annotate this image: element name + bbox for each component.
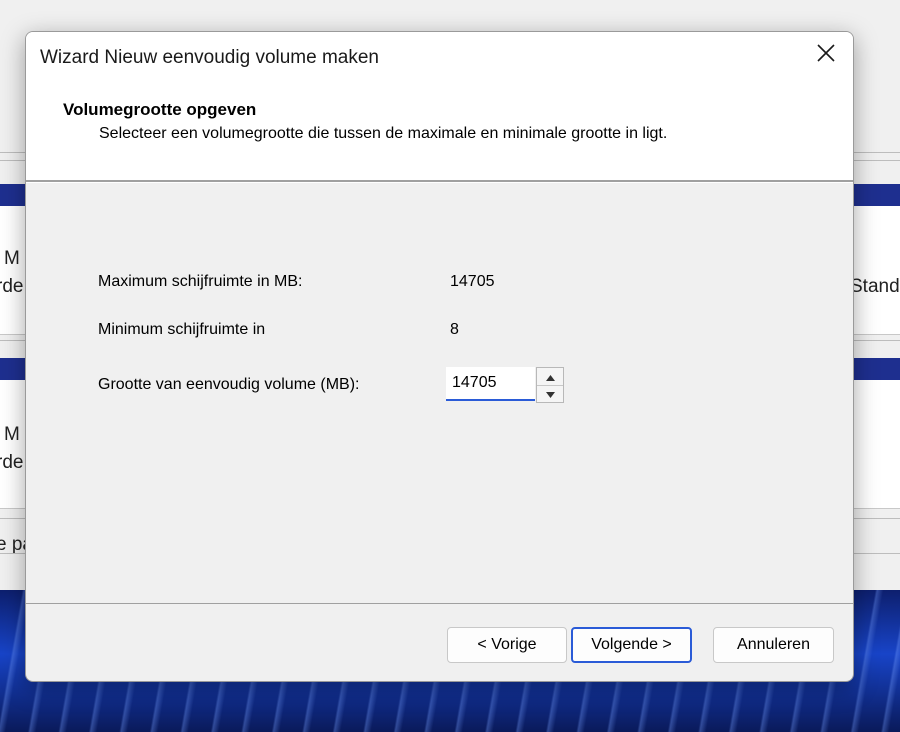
dialog-title: Wizard Nieuw eenvoudig volume maken — [40, 47, 379, 68]
back-button[interactable]: < Vorige — [447, 627, 567, 663]
section-title: Volumegrootte opgeven — [63, 100, 257, 119]
close-button[interactable] — [799, 32, 853, 78]
volume-size-input[interactable] — [446, 367, 535, 401]
header-separator — [26, 180, 853, 183]
new-simple-volume-wizard-dialog: Wizard Nieuw eenvoudig volume maken Volu… — [25, 31, 854, 682]
disk-label: M — [4, 424, 20, 445]
max-space-label: Maximum schijfruimte in MB: — [98, 273, 303, 290]
footer-separator — [26, 603, 853, 604]
volume-size-stepper — [446, 367, 564, 403]
arrow-down-icon — [545, 385, 555, 403]
max-space-value: 14705 — [450, 273, 495, 290]
stepper-up-button[interactable] — [537, 368, 563, 386]
cancel-button[interactable]: Annuleren — [713, 627, 834, 663]
volume-size-label: Grootte van eenvoudig volume (MB): — [98, 376, 360, 393]
dialog-header: Wizard Nieuw eenvoudig volume maken Volu… — [26, 32, 853, 180]
stepper-buttons — [536, 367, 564, 403]
stepper-down-button[interactable] — [537, 385, 563, 402]
min-space-label: Minimum schijfruimte in — [98, 321, 266, 338]
min-space-value: 8 — [450, 321, 459, 338]
disk-label: rde — [0, 452, 24, 473]
disk-partition-label: Standa — [850, 276, 900, 297]
disk-label: rde — [0, 276, 24, 297]
section-description: Selecteer een volumegrootte die tussen d… — [99, 125, 668, 142]
disk-label: M — [4, 248, 20, 269]
arrow-up-icon — [545, 368, 555, 386]
next-button[interactable]: Volgende > — [571, 627, 692, 663]
close-icon — [817, 43, 835, 67]
